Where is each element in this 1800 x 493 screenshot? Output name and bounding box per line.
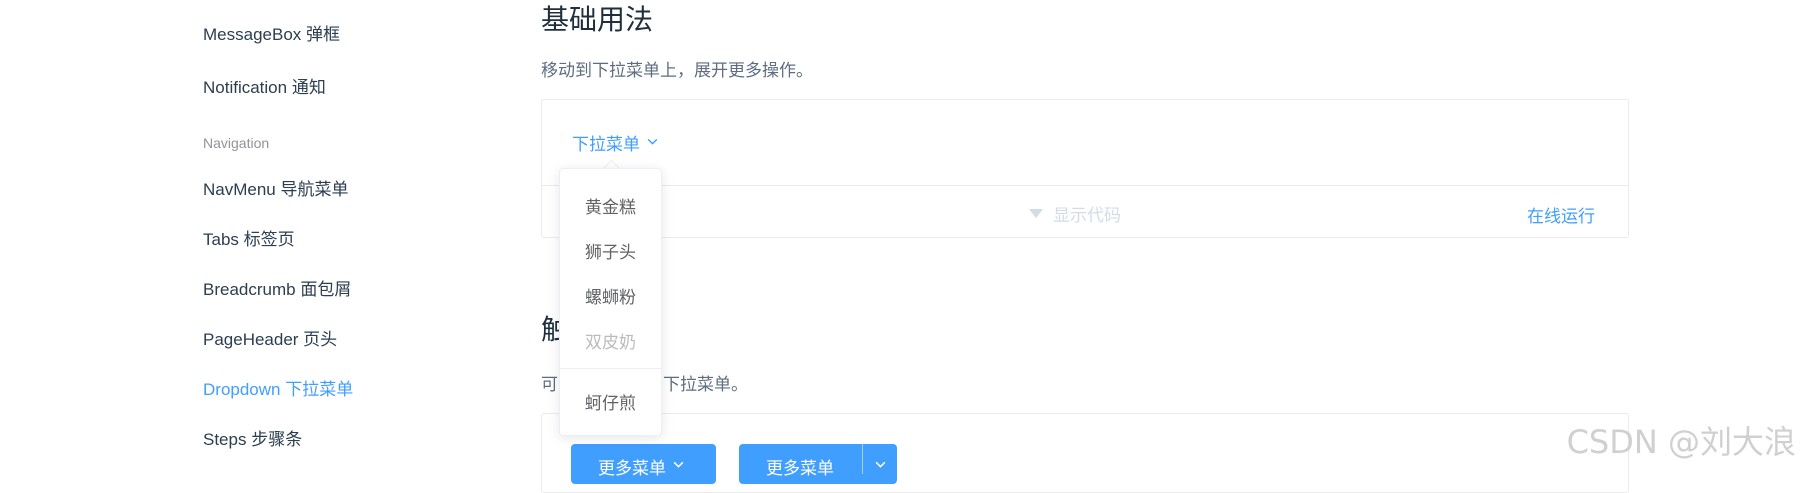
dropdown-item[interactable]: 黄金糕 [560,193,661,218]
sidebar-item-breadcrumb[interactable]: Breadcrumb 面包屑 [203,275,351,300]
caret-down-icon [1029,209,1043,218]
show-code-label: 显示代码 [1053,206,1121,225]
section2-desc-left: 可 [541,375,558,394]
demo-source: 下拉菜单 [542,100,1628,186]
demo-control[interactable]: 显示代码 在线运行 [542,185,1628,238]
sidebar-group-navigation: Navigation [203,135,270,151]
chevron-down-icon [672,454,685,476]
sidebar-item-dropdown[interactable]: Dropdown 下拉菜单 [203,375,353,400]
dropdown-trigger-label: 下拉菜单 [572,135,640,154]
section-description: 移动到下拉菜单上，展开更多操作。 [541,61,813,80]
sidebar: MessageBox 弹框 Notification 通知 Navigation… [0,0,520,470]
dropdown-trigger[interactable]: 下拉菜单 [572,130,659,155]
sidebar-item-navmenu[interactable]: NavMenu 导航菜单 [203,175,348,200]
dropdown-item[interactable]: 蚵仔煎 [560,389,661,414]
dropdown-item[interactable]: 狮子头 [560,238,661,263]
chevron-down-icon [646,133,659,153]
section-title: 基础用法 [541,4,654,35]
sidebar-item-tabs[interactable]: Tabs 标签页 [203,225,295,250]
more-menu-button[interactable]: 更多菜单 [571,444,716,484]
sidebar-item-steps[interactable]: Steps 步骤条 [203,425,302,450]
section2-desc-right: 下拉菜单。 [663,375,748,394]
run-online-link[interactable]: 在线运行 [1527,202,1595,227]
chevron-down-icon [875,461,885,468]
split-menu-caret[interactable] [863,454,897,471]
split-menu-button[interactable]: 更多菜单 [739,444,897,484]
split-menu-button-label[interactable]: 更多菜单 [739,454,862,479]
watermark: CSDN @刘大浪 [1566,423,1796,461]
dropdown-menu: 黄金糕 狮子头 螺蛳粉 双皮奶 蚵仔煎 [559,168,662,436]
more-menu-button-label: 更多菜单 [598,459,666,478]
dropdown-item[interactable]: 螺蛳粉 [560,283,661,308]
sidebar-item-notification[interactable]: Notification 通知 [203,73,326,98]
dropdown-divider [560,368,661,369]
show-code-button[interactable]: 显示代码 [1029,201,1121,226]
dropdown-item-disabled: 双皮奶 [585,333,636,352]
sidebar-item-pageheader[interactable]: PageHeader 页头 [203,325,337,350]
demo-block: 下拉菜单 显示代码 在线运行 [541,99,1629,238]
sidebar-item-messagebox[interactable]: MessageBox 弹框 [203,20,340,45]
